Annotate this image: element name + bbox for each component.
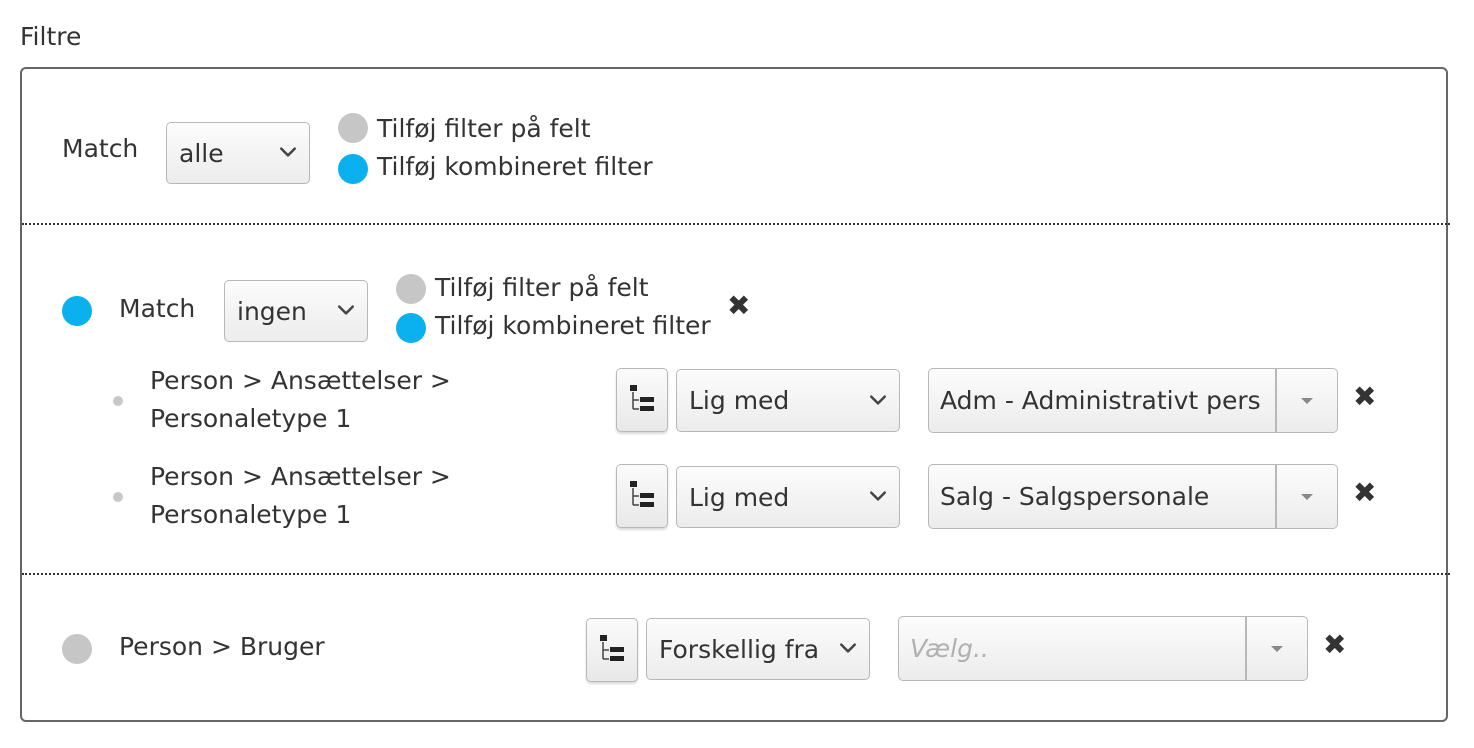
group-add-combined-filter-label: Tilføj kombineret filter [435,310,711,340]
condition-1-value: Adm - Administrativt pers [940,386,1261,415]
blue-dot-icon [338,154,368,184]
condition-2-value-combo[interactable]: Salg - Salgspersonale [928,464,1338,529]
remove-condition-1-close-icon[interactable]: ✖ [1353,383,1376,411]
grey-dot-icon [62,634,92,664]
group-match-value: ingen [237,296,307,326]
condition-1-value-dropdown[interactable] [1275,369,1337,432]
condition-bullet [113,396,123,406]
field-filter-operator-value: Forskellig fra [659,634,820,664]
condition-2-path: Person > Ansættelser > Personaletype 1 [150,458,451,534]
tree-structure-icon [599,634,625,664]
condition-1-value-combo[interactable]: Adm - Administrativt pers [928,368,1338,433]
remove-condition-2-close-icon[interactable]: ✖ [1353,479,1376,507]
chevron-down-icon [337,304,355,316]
group-match-label: Match [119,294,196,323]
condition-2-path-line1: Person > Ansættelser > [150,462,451,491]
tree-structure-icon [629,480,655,510]
field-filter-value-placeholder: Vælg.. [910,634,989,663]
group-add-field-filter-label: Tilføj filter på felt [435,272,649,302]
condition-1-path-line2: Personaletype 1 [150,404,352,433]
condition-1-operator-select[interactable]: Lig med [676,369,900,432]
field-filter-operator-select[interactable]: Forskellig fra [646,618,870,680]
tree-structure-icon [629,384,655,414]
chevron-down-icon [869,490,887,502]
root-match-select[interactable]: alle [166,122,310,184]
remove-group-close-icon[interactable]: ✖ [727,292,750,320]
field-filter-value-combo[interactable]: Vælg.. [898,616,1308,681]
caret-down-icon [1301,493,1313,500]
blue-dot-icon [396,313,426,343]
condition-1-tree-button[interactable] [616,368,668,432]
root-add-combined-filter-label: Tilføj kombineret filter [377,151,653,181]
field-filter-path: Person > Bruger [119,632,325,661]
condition-1-path-line1: Person > Ansættelser > [150,366,451,395]
root-match-label: Match [62,134,139,163]
condition-2-tree-button[interactable] [616,464,668,528]
root-add-field-filter[interactable]: Tilføj filter på felt [338,111,591,145]
chevron-down-icon [279,146,297,158]
remove-field-filter-close-icon[interactable]: ✖ [1323,631,1346,659]
group-match-select[interactable]: ingen [224,280,368,342]
group-add-combined-filter[interactable]: Tilføj kombineret filter [396,307,711,343]
group-blue-dot-icon [62,296,92,326]
field-filter-value-dropdown[interactable] [1245,617,1307,680]
caret-down-icon [1301,397,1313,404]
condition-bullet [113,492,123,502]
chevron-down-icon [839,642,857,654]
group-add-field-filter[interactable]: Tilføj filter på felt [396,270,649,304]
condition-2-value: Salg - Salgspersonale [940,482,1210,511]
root-add-combined-filter[interactable]: Tilføj kombineret filter [338,148,653,184]
filters-title: Filtre [20,22,82,51]
chevron-down-icon [869,394,887,406]
condition-2-operator-value: Lig med [689,482,790,512]
condition-2-operator-select[interactable]: Lig med [676,466,900,528]
root-match-value: alle [179,138,224,168]
section-divider [22,223,1450,225]
condition-1-operator-value: Lig med [689,386,790,415]
field-filter-tree-button[interactable] [586,618,638,682]
condition-2-value-dropdown[interactable] [1275,465,1337,528]
root-add-field-filter-label: Tilføj filter på felt [377,113,591,143]
caret-down-icon [1271,645,1283,652]
grey-dot-icon [338,113,368,143]
condition-2-path-line2: Personaletype 1 [150,500,352,529]
grey-dot-icon [396,274,426,304]
condition-1-path: Person > Ansættelser > Personaletype 1 [150,362,451,438]
section-divider [22,573,1450,575]
